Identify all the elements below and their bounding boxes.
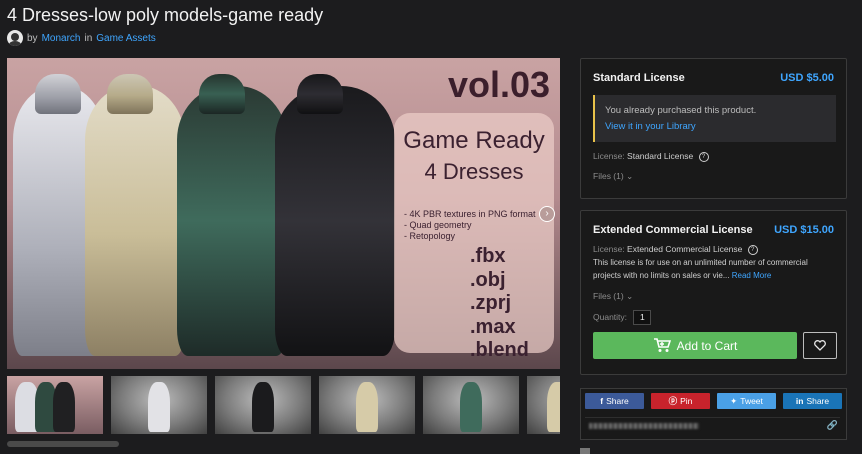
- license-value: Standard License: [627, 151, 694, 161]
- license-description: This license is for use on an unlimited …: [593, 257, 823, 282]
- dress-cream-image: [85, 86, 185, 356]
- hero-feature: - Retopology: [404, 231, 456, 241]
- dress-green-image: [177, 86, 287, 356]
- thumbnail[interactable]: [111, 376, 207, 434]
- page-title: 4 Dresses-low poly models-game ready: [7, 5, 324, 25]
- dress-black-image: [275, 86, 395, 356]
- hero-headline: Game Ready: [403, 127, 545, 154]
- file-format: .max: [470, 315, 516, 338]
- pinterest-icon: ⓟ: [668, 396, 678, 406]
- link-icon[interactable]: 🔗: [827, 420, 838, 431]
- license-meta: License: Standard License ?: [593, 151, 709, 162]
- facebook-icon: f: [600, 396, 604, 406]
- thumbnail-strip: [7, 376, 560, 438]
- add-to-cart-label: Add to Cart: [676, 338, 738, 353]
- help-icon[interactable]: ?: [747, 244, 758, 255]
- author-link[interactable]: Monarch: [42, 33, 81, 44]
- license-price: USD $5.00: [780, 72, 834, 84]
- pinterest-pin-button[interactable]: ⓟ Pin: [651, 393, 710, 409]
- linkedin-icon: in: [795, 396, 804, 406]
- hero-file-formats: .fbx .obj .zprj .max .blend: [470, 245, 529, 363]
- facebook-share-label: Share: [606, 396, 629, 406]
- twitter-tweet-button[interactable]: ✦ Tweet: [717, 393, 776, 409]
- quantity-row: Quantity: 1: [593, 310, 652, 325]
- twitter-icon: ✦: [730, 395, 738, 406]
- footer-fragment: [580, 448, 590, 454]
- license-label: License:: [593, 151, 625, 161]
- help-icon[interactable]: ?: [698, 151, 709, 162]
- license-value: Extended Commercial License: [627, 244, 743, 254]
- cart-icon: [653, 338, 671, 352]
- license-meta: License: Extended Commercial License ?: [593, 244, 758, 255]
- quantity-label: Quantity:: [593, 311, 628, 322]
- product-main-image[interactable]: vol.03 Game Ready 4 Dresses - 4K PBR tex…: [7, 58, 560, 369]
- hero-feature: - 4K PBR textures in PNG format: [404, 209, 536, 219]
- category-link[interactable]: Game Assets: [96, 33, 155, 44]
- license-name: Standard License: [593, 72, 685, 84]
- files-toggle[interactable]: Files (1) ⌄: [593, 291, 633, 302]
- thumbnail[interactable]: [319, 376, 415, 434]
- share-url-field[interactable]: 🔗: [585, 417, 840, 434]
- linkedin-share-button[interactable]: in Share: [783, 393, 842, 409]
- files-label: Files (1): [593, 291, 624, 301]
- add-to-cart-button[interactable]: Add to Cart: [593, 332, 797, 359]
- extended-license-card: Extended Commercial License USD $15.00 L…: [580, 210, 847, 375]
- thumbnail[interactable]: [7, 376, 103, 434]
- blurred-url: [589, 423, 699, 429]
- license-price: USD $15.00: [774, 224, 834, 236]
- thumbnail[interactable]: [423, 376, 519, 434]
- quantity-input[interactable]: 1: [633, 310, 652, 325]
- chevron-down-icon: ⌄: [626, 291, 634, 301]
- license-label: License:: [593, 244, 625, 254]
- standard-license-card: Standard License USD $5.00 You already p…: [580, 58, 847, 199]
- linkedin-share-label: Share: [806, 396, 830, 406]
- read-more-link[interactable]: Read More: [732, 271, 772, 280]
- in-label: in: [84, 32, 93, 44]
- next-image-icon[interactable]: ›: [539, 206, 555, 222]
- purchased-notice: You already purchased this product. View…: [593, 95, 836, 142]
- author-avatar[interactable]: [7, 30, 23, 46]
- file-format: .zprj: [470, 292, 512, 314]
- purchased-text: You already purchased this product.: [605, 105, 757, 116]
- hero-volume: vol.03: [447, 64, 550, 105]
- hero-info-panel: Game Ready 4 Dresses - 4K PBR textures i…: [394, 113, 554, 361]
- license-name: Extended Commercial License: [593, 224, 753, 236]
- files-label: Files (1): [593, 171, 624, 181]
- file-format: .obj: [470, 268, 506, 291]
- hero-feature: - Quad geometry: [404, 220, 472, 230]
- twitter-tweet-label: Tweet: [740, 396, 763, 406]
- hero-features: - 4K PBR textures in PNG format - Quad g…: [404, 209, 536, 242]
- by-label: by: [27, 32, 38, 44]
- thumbnail[interactable]: [215, 376, 311, 434]
- hero-subheadline: 4 Dresses: [424, 159, 524, 184]
- files-toggle[interactable]: Files (1) ⌄: [593, 171, 633, 182]
- byline: by Monarch in Game Assets: [7, 30, 156, 46]
- share-card: f Share ⓟ Pin ✦ Tweet in Share 🔗: [580, 388, 847, 440]
- facebook-share-button[interactable]: f Share: [585, 393, 644, 409]
- chevron-down-icon: ⌄: [626, 171, 634, 181]
- file-format: .blend: [470, 339, 529, 361]
- thumbnail-scrollbar[interactable]: [7, 441, 119, 447]
- library-link[interactable]: View it in your Library: [605, 121, 696, 132]
- thumbnail[interactable]: [527, 376, 560, 434]
- pinterest-pin-label: Pin: [680, 396, 693, 406]
- file-format: .fbx: [470, 245, 506, 267]
- license-description-text: This license is for use on an unlimited …: [593, 258, 808, 280]
- heart-icon: [814, 340, 826, 351]
- wishlist-button[interactable]: [803, 332, 837, 359]
